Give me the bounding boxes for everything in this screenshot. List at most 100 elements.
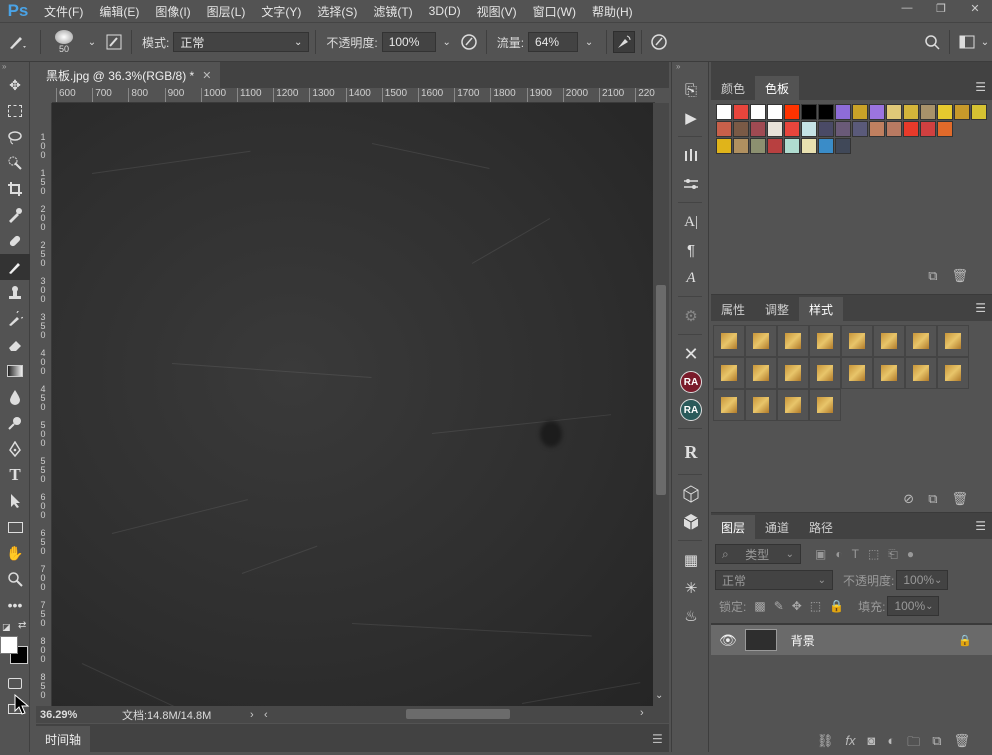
color-swatch[interactable] <box>784 121 800 137</box>
move-tool-icon[interactable]: ✥ <box>0 72 30 98</box>
color-swatch[interactable] <box>852 104 868 120</box>
menu-help[interactable]: 帮助(H) <box>584 3 641 20</box>
close-tab-icon[interactable]: ✕ <box>202 69 211 82</box>
lock-all-icon[interactable]: 🔒 <box>829 599 844 613</box>
color-swatch[interactable] <box>852 121 868 137</box>
panel-menu-icon[interactable]: ☰ <box>975 80 986 94</box>
chevron-down-icon[interactable]: ⌄ <box>578 31 600 53</box>
visibility-eye-icon[interactable]: 👁 <box>719 632 737 649</box>
color-swatch[interactable] <box>767 104 783 120</box>
brush-presets-icon[interactable] <box>672 142 710 170</box>
trash-icon[interactable]: 🗑 <box>951 491 968 507</box>
brush-size-picker[interactable]: 50 <box>47 30 81 54</box>
ra-plugin-teal-icon[interactable]: RA <box>672 396 710 424</box>
airbrush-icon[interactable] <box>613 31 636 53</box>
pen-tool-icon[interactable] <box>0 436 30 462</box>
mode-select[interactable]: 正常 ⌄ <box>173 32 310 52</box>
style-preset[interactable] <box>809 325 841 357</box>
menu-file[interactable]: 文件(F) <box>36 3 91 20</box>
document-tab[interactable]: 黑板.jpg @ 36.3%(RGB/8) * ✕ <box>36 62 220 88</box>
tab-color[interactable]: 颜色 <box>711 76 755 100</box>
flame-plugin-icon[interactable]: ♨ <box>672 602 710 630</box>
style-preset[interactable] <box>905 325 937 357</box>
color-swatch[interactable] <box>818 104 834 120</box>
color-swatch[interactable] <box>835 121 851 137</box>
color-swatch[interactable] <box>835 138 851 154</box>
menu-filter[interactable]: 滤镜(T) <box>365 3 420 20</box>
pressure-size-icon[interactable] <box>648 31 670 53</box>
scroll-left-icon[interactable]: ‹ <box>264 709 284 721</box>
style-preset[interactable] <box>905 357 937 389</box>
color-swatch[interactable] <box>716 138 732 154</box>
type-filter-icon[interactable]: T <box>852 547 859 562</box>
collapse-icon[interactable]: » <box>0 62 29 72</box>
ra-plugin-red-icon[interactable]: RA <box>672 368 710 396</box>
healing-brush-tool-icon[interactable] <box>0 228 30 254</box>
color-swatch[interactable] <box>954 104 970 120</box>
color-swatch[interactable] <box>869 104 885 120</box>
color-swatch[interactable] <box>784 104 800 120</box>
history-panel-icon[interactable]: ⎘ <box>672 76 710 104</box>
menu-window[interactable]: 窗口(W) <box>525 3 584 20</box>
layer-row[interactable]: 👁 背景 🔒 <box>711 625 992 655</box>
eyedropper-tool-icon[interactable] <box>0 202 30 228</box>
color-swatch[interactable] <box>971 104 987 120</box>
sparkle-plugin-icon[interactable]: ✳ <box>672 574 710 602</box>
color-swatch[interactable] <box>750 104 766 120</box>
color-swatch[interactable] <box>784 138 800 154</box>
lasso-tool-icon[interactable] <box>0 124 30 150</box>
timeline-tab[interactable]: 时间轴 <box>36 726 90 752</box>
grid-plugin-icon[interactable]: ▦ <box>672 546 710 574</box>
style-preset[interactable] <box>713 357 745 389</box>
tab-properties[interactable]: 属性 <box>711 297 755 321</box>
color-swatch[interactable] <box>903 104 919 120</box>
zoom-tool-icon[interactable] <box>0 566 30 592</box>
layer-filter-select[interactable]: ⌕ 类型 ⌄ <box>715 544 801 564</box>
filter-toggle-icon[interactable]: ● <box>907 547 914 562</box>
paragraph-panel-icon[interactable]: ¶ <box>672 236 710 264</box>
scroll-right-icon[interactable]: › <box>640 707 644 719</box>
pixel-filter-icon[interactable]: ▣ <box>815 547 826 562</box>
minimize-button[interactable]: — <box>890 0 924 16</box>
dodge-tool-icon[interactable] <box>0 410 30 436</box>
style-preset[interactable] <box>777 389 809 421</box>
vertical-scroll-thumb[interactable] <box>656 285 666 495</box>
menu-3d[interactable]: 3D(D) <box>421 4 469 18</box>
style-preset[interactable] <box>937 325 969 357</box>
style-preset[interactable] <box>777 325 809 357</box>
style-preset[interactable] <box>745 357 777 389</box>
blur-tool-icon[interactable] <box>0 384 30 410</box>
tab-styles[interactable]: 样式 <box>799 297 844 321</box>
style-preset[interactable] <box>713 389 745 421</box>
tab-channels[interactable]: 通道 <box>755 515 799 539</box>
color-swatch[interactable] <box>716 121 732 137</box>
style-preset[interactable] <box>937 357 969 389</box>
color-swatch[interactable] <box>903 121 919 137</box>
brush-tool-icon[interactable] <box>0 254 30 280</box>
flow-field[interactable]: 64% <box>528 32 579 52</box>
color-swatch[interactable] <box>733 138 749 154</box>
plugin-disabled-icon[interactable]: ⚙ <box>672 302 710 330</box>
color-swatch[interactable] <box>801 104 817 120</box>
color-swatch[interactable] <box>767 121 783 137</box>
opacity-field[interactable]: 100% <box>381 32 436 52</box>
brush-panel-icon[interactable] <box>103 31 125 53</box>
color-swatch[interactable] <box>886 121 902 137</box>
actions-panel-icon[interactable]: ▶ <box>672 104 710 132</box>
style-preset[interactable] <box>745 389 777 421</box>
color-swatch[interactable] <box>767 138 783 154</box>
menu-edit[interactable]: 编辑(E) <box>91 3 147 20</box>
scroll-down-icon[interactable]: ⌄ <box>655 690 663 701</box>
character-panel-icon[interactable]: A| <box>672 208 710 236</box>
style-preset[interactable] <box>841 325 873 357</box>
zoom-level[interactable]: 36.29% <box>36 709 116 721</box>
3d-panel-icon[interactable] <box>672 480 710 508</box>
rectangle-tool-icon[interactable] <box>0 514 30 540</box>
shape-filter-icon[interactable]: ⬚ <box>868 547 879 562</box>
panel-menu-icon[interactable]: ☰ <box>975 519 986 533</box>
style-preset[interactable] <box>809 389 841 421</box>
pressure-opacity-icon[interactable] <box>458 31 480 53</box>
3d-materials-icon[interactable] <box>672 508 710 536</box>
color-swatch[interactable] <box>835 104 851 120</box>
blend-mode-select[interactable]: 正常 ⌄ <box>715 570 833 590</box>
